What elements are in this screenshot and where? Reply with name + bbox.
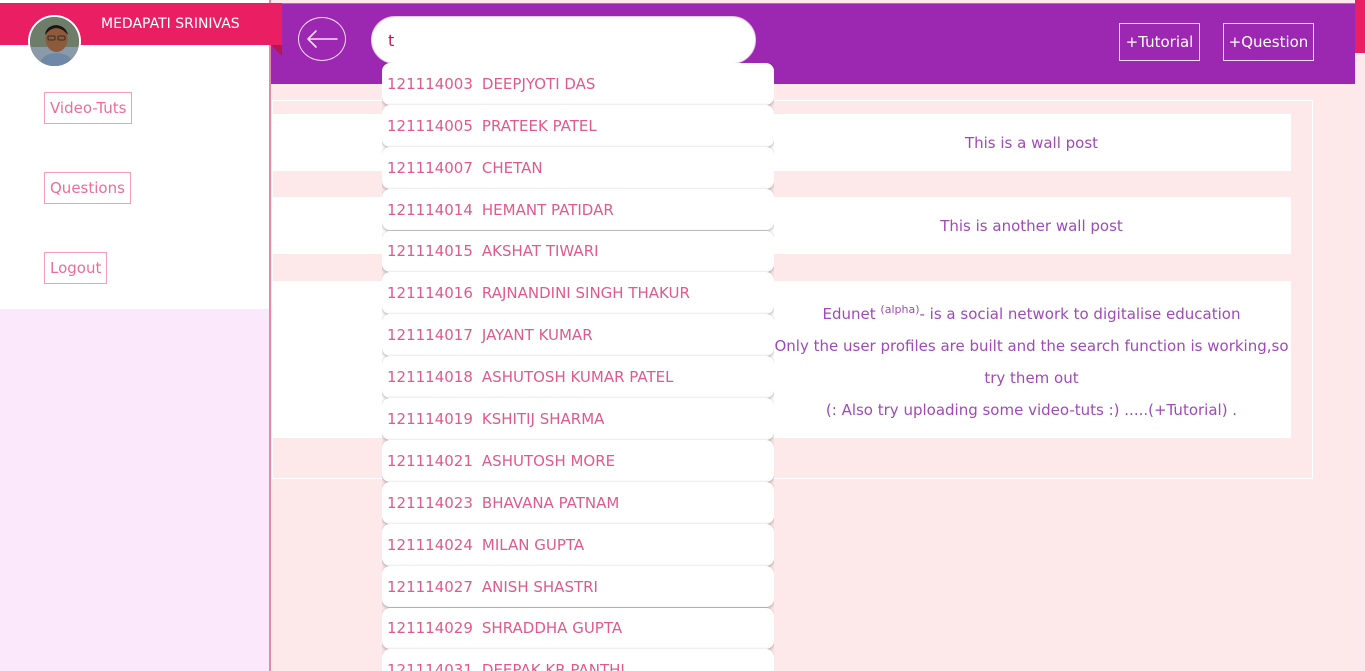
suggestion-name: DEEPAK KR PANTHI	[481, 661, 625, 671]
suggestion-name: AKSHAT TIWARI	[481, 242, 599, 261]
suggestion-id: 121114015	[387, 242, 473, 261]
sidebar: MEDAPATI SRINIVAS Video-Tuts Questions L…	[0, 0, 282, 671]
suggestion-item[interactable]: 121114017 JAYANT KUMAR	[382, 314, 774, 357]
right-edge	[1355, 53, 1365, 671]
alpha-superscript: (alpha)	[880, 302, 920, 316]
post-text: This is another wall post	[940, 216, 1123, 235]
suggestion-id: 121114018	[387, 368, 473, 387]
post-line-prefix: Edunet	[822, 304, 881, 323]
suggestion-id: 121114005	[387, 116, 473, 135]
post-line: Only the user profiles are built and the…	[774, 336, 1289, 355]
post-text: Edunet (alpha)- is a social network to d…	[772, 294, 1291, 426]
suggestion-name: DEEPJYOTI DAS	[481, 74, 596, 93]
user-name: MEDAPATI SRINIVAS	[101, 16, 240, 32]
suggestion-item[interactable]: 121114015 AKSHAT TIWARI	[382, 230, 774, 273]
sidebar-link-logout[interactable]: Logout	[44, 252, 108, 284]
suggestion-item[interactable]: 121114024 MILAN GUPTA	[382, 523, 774, 566]
back-button[interactable]	[298, 17, 346, 61]
suggestion-item[interactable]: 121114023 BHAVANA PATNAM	[382, 481, 774, 524]
suggestion-id: 121114021	[387, 451, 473, 470]
suggestion-id: 121114019	[387, 410, 473, 429]
suggestion-item[interactable]: 121114031 DEEPAK KR PANTHI	[382, 649, 774, 671]
suggestion-name: CHETAN	[481, 158, 543, 177]
suggestion-id: 121114023	[387, 493, 473, 512]
suggestion-id: 121114007	[387, 158, 473, 177]
suggestion-name: ANISH SHASTRI	[481, 577, 598, 596]
search-suggestions: 121114003 DEEPJYOTI DAS 121114005 PRATEEK P…	[382, 63, 774, 671]
post-line-suffix: - is a social network to digitalise educ…	[919, 304, 1241, 323]
search-input[interactable]	[371, 16, 756, 64]
suggestion-id: 121114003	[387, 74, 473, 93]
suggestion-item[interactable]: 121114007 CHETAN	[382, 146, 774, 189]
suggestion-name: BHAVANA PATNAM	[481, 493, 620, 512]
right-accent-strip	[1355, 0, 1365, 53]
suggestion-id: 121114017	[387, 326, 473, 345]
suggestion-item[interactable]: 121114027 ANISH SHASTRI	[382, 565, 774, 608]
suggestion-name: HEMANT PATIDAR	[481, 200, 614, 219]
sidebar-link-video-tuts[interactable]: Video-Tuts	[44, 92, 133, 124]
suggestion-item[interactable]: 121114016 RAJNANDINI SINGH THAKUR	[382, 272, 774, 315]
back-arrow-icon	[307, 30, 338, 48]
suggestion-id: 121114024	[387, 535, 473, 554]
suggestion-name: JAYANT KUMAR	[481, 326, 593, 345]
suggestion-name: RAJNANDINI SINGH THAKUR	[481, 284, 690, 303]
suggestion-id: 121114014	[387, 200, 473, 219]
add-question-button[interactable]: +Question	[1223, 23, 1314, 61]
post-line: Edunet (alpha)- is a social network to d…	[772, 294, 1291, 330]
post-line: (: Also try uploading some video-tuts :)…	[825, 400, 1238, 419]
suggestion-name: PRATEEK PATEL	[481, 116, 597, 135]
sidebar-link-questions[interactable]: Questions	[44, 172, 131, 204]
suggestion-item[interactable]: 121114029 SHRADDHA GUPTA	[382, 607, 774, 650]
suggestion-id: 121114016	[387, 284, 473, 303]
post-text: This is a wall post	[964, 133, 1099, 152]
avatar[interactable]	[28, 15, 81, 68]
suggestion-name: SHRADDHA GUPTA	[481, 619, 623, 638]
suggestion-name: ASHUTOSH KUMAR PATEL	[481, 368, 674, 387]
post-line: try them out	[984, 368, 1079, 387]
suggestion-item[interactable]: 121114014 HEMANT PATIDAR	[382, 188, 774, 231]
suggestion-name: KSHITIJ SHARMA	[481, 410, 605, 429]
suggestion-id: 121114027	[387, 577, 473, 596]
suggestion-id: 121114031	[387, 661, 473, 671]
suggestion-name: ASHUTOSH MORE	[481, 451, 616, 470]
add-tutorial-button[interactable]: +Tutorial	[1119, 23, 1200, 61]
suggestion-item[interactable]: 121114021 ASHUTOSH MORE	[382, 440, 774, 482]
suggestion-item[interactable]: 121114018 ASHUTOSH KUMAR PATEL	[382, 356, 774, 399]
suggestion-id: 121114029	[387, 619, 473, 638]
suggestion-item[interactable]: 121114005 PRATEEK PATEL	[382, 104, 774, 147]
suggestion-name: MILAN GUPTA	[481, 535, 585, 554]
suggestion-item[interactable]: 121114019 KSHITIJ SHARMA	[382, 398, 774, 440]
suggestion-item[interactable]: 121114003 DEEPJYOTI DAS	[382, 63, 774, 105]
